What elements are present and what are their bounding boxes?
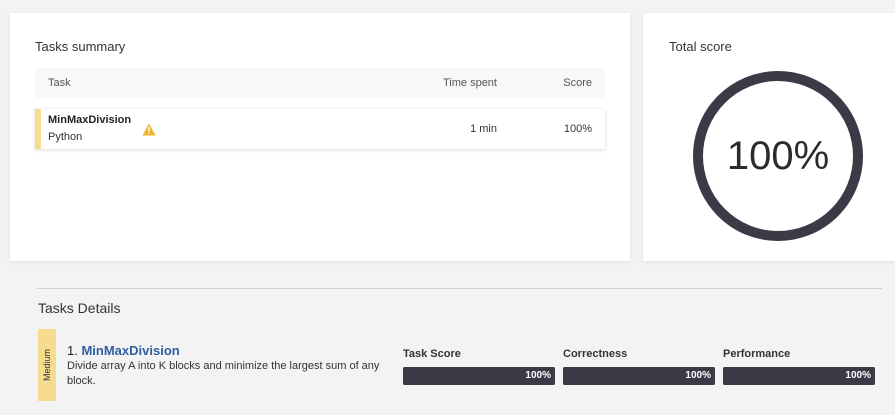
metric-value: 100% bbox=[525, 370, 551, 381]
correctness-bar: 100% bbox=[563, 367, 715, 385]
tasks-summary-card: Tasks summary Task Time spent Score MinM… bbox=[10, 13, 630, 261]
task-time-spent: 1 min bbox=[470, 123, 497, 135]
tasks-details-title: Tasks Details bbox=[38, 300, 121, 316]
task-number: 1. bbox=[67, 343, 78, 358]
section-divider bbox=[37, 288, 882, 289]
total-score-title: Total score bbox=[669, 39, 732, 54]
metric-value: 100% bbox=[845, 370, 871, 381]
task-detail-heading: 1. MinMaxDivision bbox=[67, 343, 180, 358]
column-header-score: Score bbox=[563, 77, 592, 89]
total-score-value: 100% bbox=[726, 133, 830, 178]
task-score: 100% bbox=[563, 123, 592, 135]
table-row[interactable]: MinMaxDivision Python 1 min 100% bbox=[35, 109, 605, 149]
metric-label: Task Score bbox=[403, 348, 461, 360]
total-score-card: Total score 100% bbox=[643, 13, 895, 261]
summary-table-header: Task Time spent Score bbox=[35, 68, 605, 98]
difficulty-badge: Medium bbox=[38, 329, 56, 401]
performance-bar: 100% bbox=[723, 367, 875, 385]
task-detail-link[interactable]: MinMaxDivision bbox=[81, 343, 179, 358]
row-difficulty-accent bbox=[35, 109, 41, 149]
task-language: Python bbox=[48, 131, 83, 143]
column-header-time-spent: Time spent bbox=[442, 77, 497, 89]
metric-performance: Performance 100% bbox=[723, 348, 875, 385]
metric-label: Correctness bbox=[563, 348, 628, 360]
task-description: Divide array A into K blocks and minimiz… bbox=[67, 360, 380, 387]
difficulty-label: Medium bbox=[42, 348, 52, 382]
task-name: MinMaxDivision bbox=[48, 114, 132, 126]
metric-label: Performance bbox=[723, 348, 791, 360]
tasks-summary-title: Tasks summary bbox=[35, 39, 126, 54]
metric-correctness: Correctness 100% bbox=[563, 348, 715, 385]
column-header-task: Task bbox=[48, 77, 71, 89]
task-score-bar: 100% bbox=[403, 367, 555, 385]
metric-value: 100% bbox=[685, 370, 711, 381]
warning-icon[interactable] bbox=[142, 123, 156, 136]
metric-task-score: Task Score 100% bbox=[403, 348, 555, 385]
